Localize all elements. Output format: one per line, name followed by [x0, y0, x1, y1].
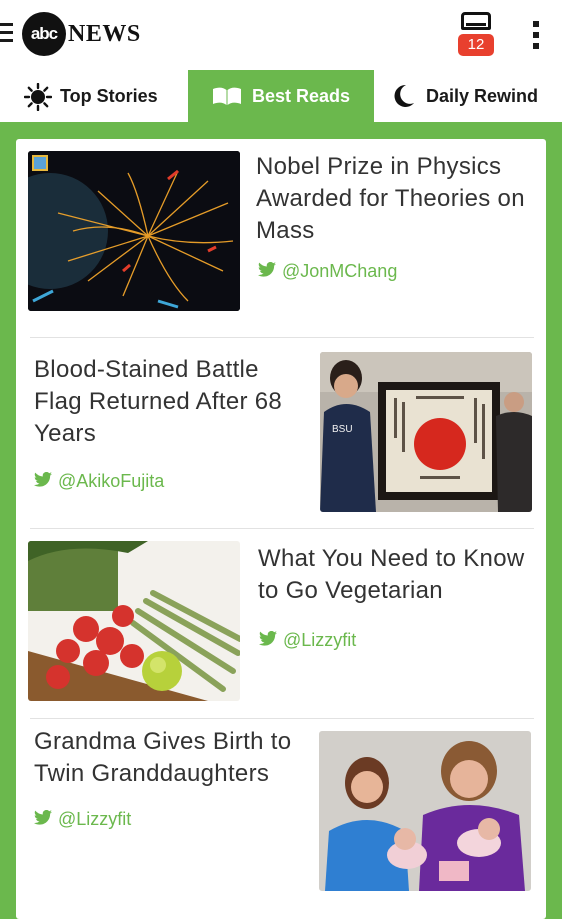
- author-handle[interactable]: @AkikoFujita: [34, 471, 164, 492]
- abc-news-logo[interactable]: abc NEWS: [22, 12, 141, 56]
- tab-best-reads[interactable]: Best Reads: [188, 70, 374, 122]
- particle-collision-image[interactable]: [28, 151, 240, 311]
- tab-label: Best Reads: [251, 85, 351, 106]
- handle-text: @Lizzyfit: [283, 630, 357, 650]
- story-item[interactable]: Blood-Stained Battle Flag Returned After…: [28, 352, 534, 512]
- twitter-bird-icon: [34, 809, 52, 830]
- tab-label: Top Stories: [60, 85, 158, 106]
- story-divider: [30, 337, 534, 338]
- overflow-menu-icon[interactable]: [533, 21, 543, 51]
- inbox-icon: [461, 12, 491, 30]
- app-header: abc NEWS 12: [0, 0, 562, 70]
- story-headline[interactable]: What You Need to Know to Go Vegetarian: [258, 543, 530, 607]
- story-feed: Nobel Prize in Physics Awarded for Theor…: [16, 139, 546, 919]
- logo-wordmark: NEWS: [68, 20, 141, 47]
- author-handle[interactable]: @JonMChang: [258, 261, 397, 282]
- story-divider: [30, 718, 534, 719]
- vegetables-photo[interactable]: [28, 541, 240, 701]
- handle-text: @JonMChang: [282, 261, 398, 281]
- battle-flag-photo[interactable]: BSU: [320, 352, 532, 512]
- author-handle[interactable]: @Lizzyfit: [34, 809, 131, 830]
- tab-top-stories[interactable]: Top Stories: [24, 70, 184, 122]
- moon-icon: [392, 83, 416, 109]
- story-headline[interactable]: Nobel Prize in Physics Awarded for Theor…: [256, 151, 526, 247]
- story-headline[interactable]: Grandma Gives Birth to Twin Granddaughte…: [34, 726, 314, 790]
- menu-icon[interactable]: [0, 23, 15, 45]
- sun-icon: [24, 83, 52, 111]
- story-divider: [30, 528, 534, 529]
- handle-text: @AkikoFujita: [58, 471, 165, 491]
- story-headline[interactable]: Blood-Stained Battle Flag Returned After…: [34, 354, 309, 450]
- inbox-count-badge: 12: [458, 34, 494, 56]
- twitter-bird-icon: [258, 261, 276, 282]
- handle-text: @Lizzyfit: [58, 809, 132, 829]
- twitter-bird-icon: [259, 630, 277, 651]
- twitter-bird-icon: [34, 471, 52, 492]
- inbox-button[interactable]: 12: [456, 12, 496, 60]
- logo-mark: abc: [22, 12, 66, 56]
- open-book-icon: [212, 86, 242, 106]
- tab-label: Daily Rewind: [426, 85, 539, 106]
- tab-daily-rewind[interactable]: Daily Rewind: [392, 70, 562, 122]
- story-item[interactable]: Grandma Gives Birth to Twin Granddaughte…: [28, 728, 534, 891]
- svg-text:BSU: BSU: [332, 424, 353, 435]
- story-item[interactable]: Nobel Prize in Physics Awarded for Theor…: [28, 151, 534, 311]
- author-handle[interactable]: @Lizzyfit: [259, 630, 356, 651]
- grandma-twins-photo[interactable]: [319, 731, 531, 891]
- section-tabs: Top Stories Best Reads Daily Rewind: [0, 70, 562, 122]
- story-item[interactable]: What You Need to Know to Go Vegetarian @…: [28, 541, 534, 701]
